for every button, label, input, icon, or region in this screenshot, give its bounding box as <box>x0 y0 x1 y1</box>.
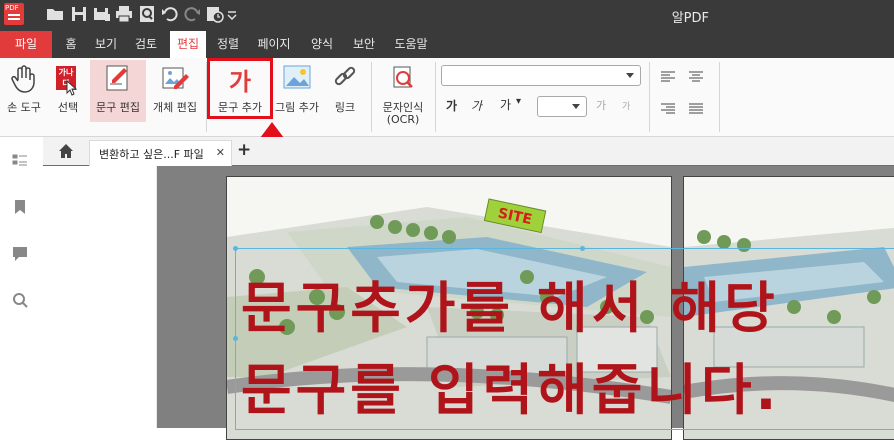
edit-text-button[interactable]: 문구 편집 <box>90 60 146 122</box>
thumbnails-icon[interactable] <box>11 152 29 170</box>
edit-text-label: 문구 편집 <box>96 101 140 114</box>
document-tab-bar: 변환하고 싶은...F 파일 ✕ + <box>43 137 894 166</box>
resize-handle[interactable] <box>233 336 238 341</box>
edit-object-icon <box>162 67 189 89</box>
open-folder-icon[interactable] <box>45 4 65 24</box>
menu-view[interactable]: 보기 <box>90 31 122 58</box>
menu-file[interactable]: 파일 <box>0 31 52 58</box>
link-button[interactable]: 링크 <box>325 60 365 122</box>
link-label: 링크 <box>334 101 356 114</box>
new-tab-button[interactable]: + <box>237 140 251 160</box>
hand-icon <box>11 65 35 93</box>
document-tab-title: 변환하고 싶은...F 파일 <box>99 148 204 161</box>
menu-edit[interactable]: 편집 <box>170 31 206 58</box>
menu-form[interactable]: 양식 <box>306 31 338 58</box>
edit-object-button[interactable]: 개체 편집 <box>148 60 202 122</box>
close-icon[interactable]: ✕ <box>216 146 225 159</box>
bookmark-icon[interactable] <box>11 198 29 216</box>
grow-font-button[interactable]: 가 <box>596 97 606 113</box>
align-center-icon[interactable] <box>688 71 704 83</box>
resize-handle[interactable] <box>580 246 585 251</box>
add-image-button[interactable]: 그림 추가 <box>272 60 322 122</box>
menu-page[interactable]: 페이지 <box>252 31 296 58</box>
home-icon[interactable] <box>58 143 74 159</box>
ocr-icon <box>393 66 413 88</box>
divider <box>649 62 650 132</box>
shrink-font-button[interactable]: 가 <box>622 99 630 112</box>
quick-access-dropdown-icon[interactable] <box>226 4 238 24</box>
overlay-text-line-1[interactable]: 문구추가를 해서 해당 <box>241 263 779 343</box>
app-title: 알PDF <box>671 11 709 26</box>
align-justify-icon[interactable] <box>688 103 704 115</box>
undo-icon[interactable] <box>160 4 180 24</box>
menu-security[interactable]: 보안 <box>348 31 380 58</box>
search-icon[interactable] <box>11 291 29 309</box>
hand-tool-button[interactable]: 손 도구 <box>2 60 46 122</box>
redo-icon[interactable] <box>182 4 202 24</box>
align-right-icon[interactable] <box>660 103 676 115</box>
save-icon[interactable] <box>69 4 89 24</box>
chevron-down-icon <box>626 73 634 78</box>
overlay-text-line-2[interactable]: 문구를 입력해줍니다. <box>241 345 780 425</box>
left-sidebar <box>0 137 44 428</box>
edit-object-label: 개체 편집 <box>153 101 197 114</box>
print-icon[interactable] <box>114 4 134 24</box>
bold-button[interactable]: 가 <box>446 97 457 114</box>
app-logo: PDF <box>4 3 24 25</box>
ribbon: 손 도구 가나다 선택 문구 편집 개체 편집 가 문구 추가 그림 추가 링크… <box>0 58 894 137</box>
menu-review[interactable]: 검토 <box>130 31 162 58</box>
cursor-icon <box>66 80 78 96</box>
highlight-box <box>207 58 273 119</box>
resize-handle[interactable] <box>233 246 238 251</box>
title-bar: PDF 알PDF <box>0 0 894 31</box>
menu-arrange[interactable]: 정렬 <box>212 31 244 58</box>
document-tab[interactable]: 변환하고 싶은...F 파일 ✕ <box>89 140 232 166</box>
ocr-button[interactable]: 문자인식 (OCR) <box>376 60 430 132</box>
italic-button[interactable]: 가 <box>471 97 482 114</box>
hand-tool-label: 손 도구 <box>7 101 41 114</box>
select-label: 선택 <box>57 101 79 114</box>
divider <box>156 166 157 428</box>
font-size-select[interactable] <box>537 96 587 117</box>
divider <box>719 62 720 132</box>
font-name-select[interactable] <box>441 65 641 86</box>
save-all-icon[interactable] <box>92 4 112 24</box>
menu-bar: 파일 홈 보기 검토 편집 정렬 페이지 양식 보안 도움말 <box>0 31 894 58</box>
comment-icon[interactable] <box>11 245 29 263</box>
chevron-down-icon <box>572 104 580 109</box>
ocr-label-2: (OCR) <box>386 113 420 126</box>
menu-help[interactable]: 도움말 <box>388 31 434 58</box>
divider <box>435 62 436 132</box>
font-size-dropdown-icon[interactable]: ▾ <box>516 96 521 107</box>
viewer-margin <box>43 166 156 428</box>
image-icon <box>283 65 311 89</box>
history-icon[interactable] <box>205 4 225 24</box>
font-size-button[interactable]: 가 <box>500 96 511 113</box>
link-icon <box>334 66 356 86</box>
edit-text-icon <box>106 65 128 91</box>
add-image-label: 그림 추가 <box>275 101 319 114</box>
select-button[interactable]: 가나다 선택 <box>48 60 88 122</box>
print-preview-icon[interactable] <box>137 4 157 24</box>
align-left-icon[interactable] <box>660 71 676 83</box>
menu-home[interactable]: 홈 <box>60 31 82 58</box>
divider <box>371 62 372 132</box>
